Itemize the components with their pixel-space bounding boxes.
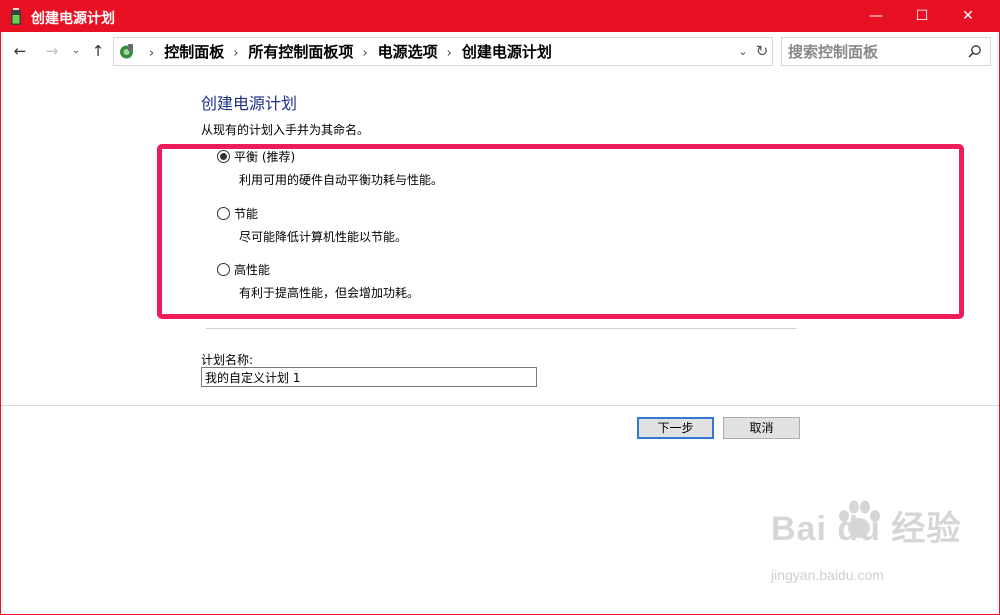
plan-description: 尽可能降低计算机性能以节能。	[239, 230, 408, 244]
control-panel-icon	[120, 44, 133, 59]
plan-description: 利用可用的硬件自动平衡功耗与性能。	[239, 173, 444, 187]
back-arrow-icon[interactable]: ←	[9, 40, 31, 62]
plan-label[interactable]: 平衡 (推荐)	[234, 148, 295, 165]
search-box[interactable]	[781, 37, 991, 66]
navigation-bar: ← → ⌄ ↑ › 控制面板 › 所有控制面板项 › 电源选项 › 创建电源计划 ⌄ ↻	[1, 32, 999, 70]
breadcrumb: › 控制面板 › 所有控制面板项 › 电源选项 › 创建电源计划	[140, 42, 552, 62]
main-content: 创建电源计划 从现有的计划入手并为其命名。 平衡 (推荐) 利用可用的硬件自动平…	[1, 70, 999, 405]
paw-icon	[839, 500, 880, 538]
title-bar[interactable]: 创建电源计划 — ☐ ✕	[1, 1, 999, 32]
breadcrumb-separator-icon[interactable]: ›	[233, 44, 238, 64]
search-input[interactable]	[788, 41, 958, 62]
battery-icon	[11, 8, 21, 25]
plan-label[interactable]: 高性能	[234, 261, 270, 278]
minimize-button[interactable]: —	[853, 1, 899, 32]
next-button[interactable]: 下一步	[637, 417, 714, 439]
plan-label[interactable]: 节能	[234, 205, 258, 222]
recent-locations-chevron-icon[interactable]: ⌄	[68, 40, 84, 62]
breadcrumb-separator-icon[interactable]: ›	[362, 44, 367, 64]
page-instructions: 从现有的计划入手并为其命名。	[201, 123, 370, 137]
search-icon[interactable]	[968, 44, 982, 58]
radio-balanced[interactable]	[217, 150, 230, 163]
forward-arrow-icon[interactable]: →	[41, 40, 63, 62]
page-title: 创建电源计划	[201, 94, 298, 113]
plan-description: 有利于提高性能，但会增加功耗。	[239, 286, 420, 300]
maximize-button[interactable]: ☐	[899, 1, 945, 32]
breadcrumb-create-power-plan[interactable]: 创建电源计划	[462, 42, 552, 62]
window-title: 创建电源计划	[31, 11, 115, 27]
address-dropdown-icon[interactable]: ⌄	[736, 42, 750, 62]
radio-high-performance[interactable]	[217, 263, 230, 276]
breadcrumb-separator-icon[interactable]: ›	[447, 44, 452, 64]
watermark-url: jingyan.baidu.com	[771, 567, 884, 583]
address-bar[interactable]: › 控制面板 › 所有控制面板项 › 电源选项 › 创建电源计划 ⌄ ↻	[113, 37, 773, 66]
plan-name-label: 计划名称:	[201, 353, 254, 367]
section-divider	[206, 328, 796, 329]
breadcrumb-all-control-panel-items[interactable]: 所有控制面板项	[248, 42, 353, 62]
breadcrumb-separator-icon[interactable]: ›	[149, 44, 154, 64]
breadcrumb-power-options[interactable]: 电源选项	[378, 42, 438, 62]
refresh-icon[interactable]: ↻	[754, 41, 770, 61]
close-button[interactable]: ✕	[945, 1, 991, 32]
cancel-button[interactable]: 取消	[723, 417, 800, 439]
breadcrumb-control-panel[interactable]: 控制面板	[164, 42, 224, 62]
plan-name-field[interactable]	[201, 367, 537, 387]
up-arrow-icon[interactable]: ↑	[87, 40, 109, 62]
radio-power-saver[interactable]	[217, 207, 230, 220]
window: 创建电源计划 — ☐ ✕ ← → ⌄ ↑ › 控制面板 › 所有控制面板项 › 电源选项 ›…	[0, 0, 1000, 615]
